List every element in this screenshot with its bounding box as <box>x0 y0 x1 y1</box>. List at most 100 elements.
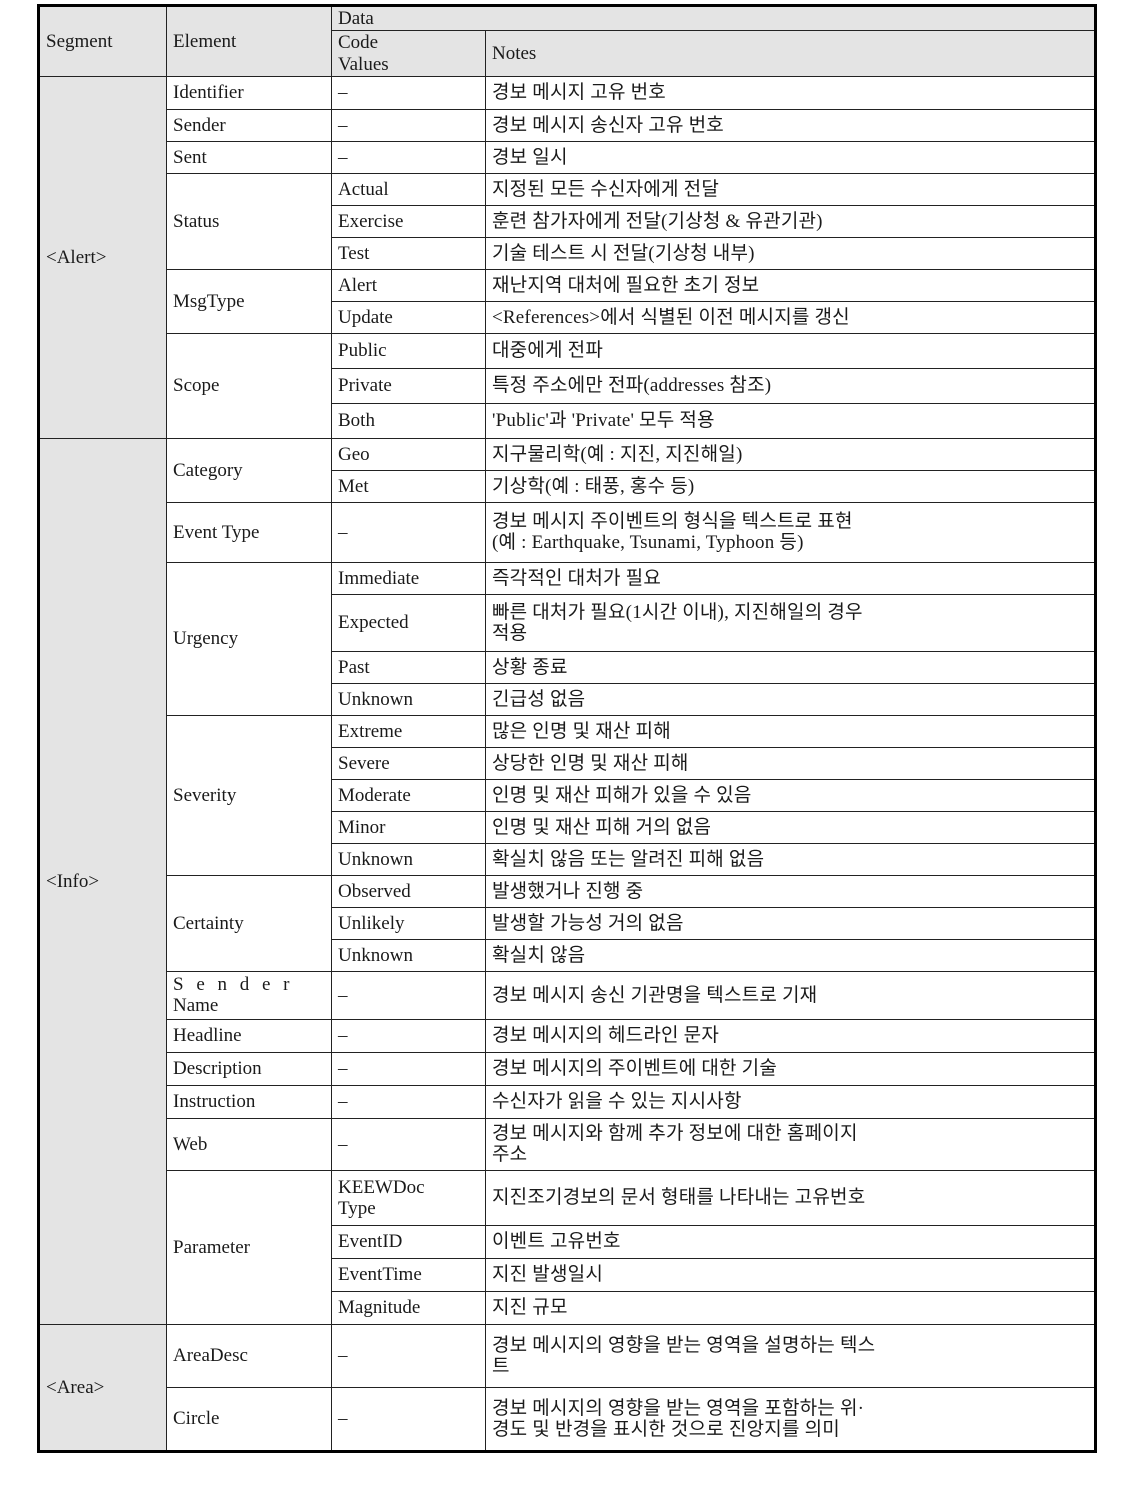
header-element: Element <box>166 5 332 77</box>
note-line: (예 : Earthquake, Tsunami, Typhoon 등) <box>492 532 804 554</box>
note-cell: 경보 메시지 주이벤트의 형식을 텍스트로 표현 (예 : Earthquake,… <box>485 501 1096 563</box>
note-line: 경도 및 반경을 표시한 것으로 진앙지를 의미 <box>492 1418 840 1440</box>
code-value-cell: Minor <box>331 810 486 844</box>
note-cell: 이벤트 고유번호 <box>485 1224 1096 1259</box>
code-value-cell: Test <box>331 236 486 270</box>
header-code-values-line2: Values <box>338 53 389 75</box>
table-row: <Info> Category Geo 지구물리학(예 : 지진, 지진해일) <box>38 437 1096 1325</box>
note-cell: 발생할 가능성 거의 없음 <box>485 906 1096 940</box>
table-row: Scope Public 대중에게 전파 <box>39 332 1096 439</box>
header-code-values-line1: Code <box>338 32 379 54</box>
code-value-cell: – <box>331 75 486 110</box>
note-cell: 즉각적인 대처가 필요 <box>485 561 1096 595</box>
element-cell: AreaDesc <box>166 1323 332 1388</box>
code-value-cell: Unknown <box>331 842 486 876</box>
note-cell: 경보 메시지 송신자 고유 번호 <box>485 108 1096 142</box>
code-value-cell: Unlikely <box>331 906 486 940</box>
table-header: Segment Element Data Code Values Notes <box>38 4 1096 77</box>
element-cell: Circle <box>166 1386 332 1452</box>
table-row: Instruction – 수신자가 읽을 수 있는 지시사항 <box>39 1084 1096 1119</box>
note-line: 경보 메시지와 함께 추가 정보에 대한 홈페이지 <box>492 1123 858 1145</box>
code-value-cell: Extreme <box>331 714 486 748</box>
element-cell: Headline <box>166 1018 332 1053</box>
code-value-cell: – <box>331 1084 486 1119</box>
segment-cell: <Alert> <box>38 75 167 439</box>
code-value-cell: Met <box>331 469 486 503</box>
table-row: <Area> AreaDesc – 경보 메시지의 영향을 받는 영역을 설명하는 텍… <box>38 1323 1096 1452</box>
code-value-cell: – <box>331 1117 486 1171</box>
note-cell: 수신자가 읽을 수 있는 지시사항 <box>485 1084 1096 1119</box>
note-cell: 지진 발생일시 <box>485 1257 1096 1292</box>
note-cell: 대중에게 전파 <box>485 332 1096 369</box>
code-value-cell: Both <box>331 402 486 439</box>
code-value-cell: EventTime <box>331 1257 486 1292</box>
note-line: 적용 <box>492 622 528 644</box>
element-label-line1: S e n d e r <box>173 974 294 996</box>
element-cell: Status <box>166 172 332 270</box>
note-cell: 경보 메시지와 함께 추가 정보에 대한 홈페이지 주소 <box>485 1117 1096 1171</box>
table-row: Headline – 경보 메시지의 헤드라인 문자 <box>39 1018 1096 1053</box>
code-value-cell: Severe <box>331 746 486 780</box>
table-row: MsgType Alert 재난지역 대처에 필요한 초기 정보 <box>39 268 1096 334</box>
note-line: 빠른 대처가 필요(1시간 이내), 지진해일의 경우 <box>492 601 863 623</box>
table-row: Sent – 경보 일시 <box>39 140 1096 174</box>
code-value-cell: Alert <box>331 268 486 302</box>
note-cell: 확실치 않음 또는 알려진 피해 없음 <box>485 842 1096 876</box>
table-body: <Alert> Identifier – 경보 메시지 고유 번호 Sender – 경보 … <box>38 75 1096 1452</box>
code-value-cell: – <box>331 1386 486 1452</box>
note-cell: 인명 및 재산 피해가 있을 수 있음 <box>485 778 1096 812</box>
code-value-cell: Unknown <box>331 938 486 972</box>
note-cell: 지진 규모 <box>485 1290 1096 1325</box>
note-cell: 기술 테스트 시 전달(기상청 내부) <box>485 236 1096 270</box>
note-cell: 경보 메시지 고유 번호 <box>485 75 1096 110</box>
note-cell: 긴급성 없음 <box>485 682 1096 716</box>
note-cell: 확실치 않음 <box>485 938 1096 972</box>
element-cell: Sender <box>166 108 332 142</box>
code-value-cell: – <box>331 501 486 563</box>
note-cell: 경보 메시지의 주이벤트에 대한 기술 <box>485 1051 1096 1086</box>
table-row: Web – 경보 메시지와 함께 추가 정보에 대한 홈페이지 주소 <box>39 1117 1096 1171</box>
code-value-cell: – <box>331 1051 486 1086</box>
element-cell: Scope <box>166 332 332 439</box>
note-cell: 빠른 대처가 필요(1시간 이내), 지진해일의 경우 적용 <box>485 593 1096 652</box>
code-value-cell: Unknown <box>331 682 486 716</box>
element-cell: Parameter <box>166 1169 332 1325</box>
note-cell: 지진조기경보의 문서 형태를 나타내는 고유번호 <box>485 1169 1096 1226</box>
code-value-cell: Update <box>331 300 486 334</box>
code-value-cell: EventID <box>331 1224 486 1259</box>
element-cell: Urgency <box>166 561 332 716</box>
element-cell: Category <box>166 437 332 503</box>
note-cell: <References>에서 식별된 이전 메시지를 갱신 <box>485 300 1096 334</box>
note-cell: 기상학(예 : 태풍, 홍수 등) <box>485 469 1096 503</box>
segment-cell: <Info> <box>38 437 167 1325</box>
element-cell: Severity <box>166 714 332 876</box>
note-line: 트 <box>492 1355 510 1377</box>
note-line: 경보 메시지 주이벤트의 형식을 텍스트로 표현 <box>492 511 853 533</box>
note-line: 주소 <box>492 1144 528 1166</box>
code-value-cell: Expected <box>331 593 486 652</box>
table-row: Description – 경보 메시지의 주이벤트에 대한 기술 <box>39 1051 1096 1086</box>
code-value-cell: – <box>331 1323 486 1388</box>
header-code-values: Code Values <box>331 30 486 77</box>
note-line: 경보 메시지의 영향을 받는 영역을 설명하는 텍스 <box>492 1334 876 1356</box>
note-cell: 경보 메시지의 영향을 받는 영역을 포함하는 위· 경도 및 반경을 표시한 것… <box>485 1386 1096 1452</box>
note-cell: 발생했거나 진행 중 <box>485 874 1096 908</box>
code-value-cell: KEEWDoc Type <box>331 1169 486 1226</box>
note-cell: 경보 메시지의 헤드라인 문자 <box>485 1018 1096 1053</box>
note-cell: 상황 종료 <box>485 650 1096 684</box>
note-cell: 경보 메시지의 영향을 받는 영역을 설명하는 텍스 트 <box>485 1323 1096 1388</box>
code-value-cell: – <box>331 1018 486 1053</box>
code-value-cell: Actual <box>331 172 486 206</box>
code-value-cell: Exercise <box>331 204 486 238</box>
table-row: Event Type – 경보 메시지 주이벤트의 형식을 텍스트로 표현 (예 : … <box>39 501 1096 563</box>
header-segment: Segment <box>38 5 167 77</box>
element-cell: Instruction <box>166 1084 332 1119</box>
table-sheet: Segment Element Data Code Values Notes <… <box>0 0 1135 1501</box>
table-row: Circle – 경보 메시지의 영향을 받는 영역을 포함하는 위· 경도 및 반경… <box>39 1386 1096 1452</box>
cap-element-table: Segment Element Data Code Values Notes <… <box>37 4 1097 1453</box>
table-row: Sender – 경보 메시지 송신자 고유 번호 <box>39 108 1096 142</box>
note-cell: 지구물리학(예 : 지진, 지진해일) <box>485 437 1096 471</box>
code-value-cell: Public <box>331 332 486 369</box>
note-cell: 많은 인명 및 재산 피해 <box>485 714 1096 748</box>
code-value-cell: Observed <box>331 874 486 908</box>
